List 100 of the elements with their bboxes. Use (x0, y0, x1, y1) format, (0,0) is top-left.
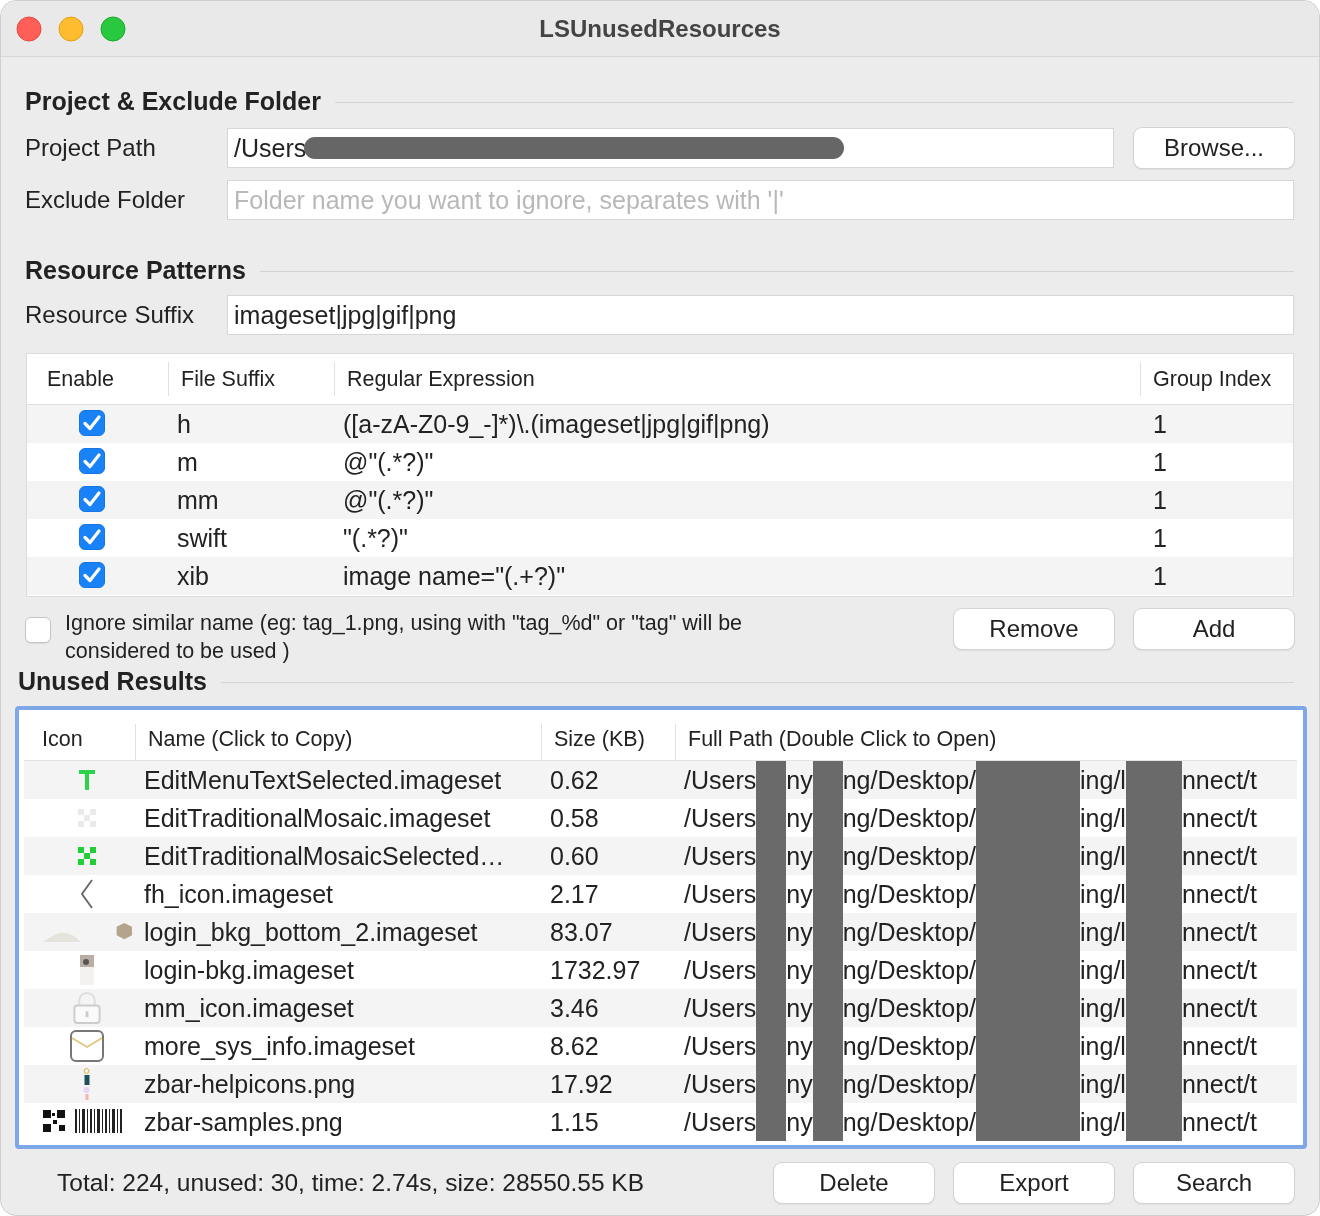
file-name-cell[interactable]: mm_icon.imageset (136, 993, 542, 1023)
path-text[interactable]: ing/l (1080, 841, 1126, 871)
path-text[interactable]: nnect/t (1181, 841, 1257, 871)
path-text[interactable]: /Users (684, 917, 757, 947)
path-text[interactable]: ng/Desktop/ (842, 1107, 977, 1137)
path-text[interactable]: /Users (684, 993, 757, 1023)
path-text[interactable]: nnect/t (1181, 1107, 1257, 1137)
path-text[interactable]: ing/l (1080, 1107, 1126, 1137)
path-text[interactable]: ing/l (1080, 993, 1126, 1023)
path-text[interactable]: nnect/t (1181, 879, 1257, 909)
path-text[interactable]: ny (786, 955, 813, 985)
redaction-mark (1125, 761, 1182, 799)
size-cell-text: 17.92 (549, 1069, 614, 1099)
status-summary: Total: 224, unused: 30, time: 2.74s, size: 28550.55 KB (57, 1169, 646, 1197)
path-text[interactable]: nnect/t (1181, 1069, 1257, 1099)
resource-suffix-field[interactable]: imageset|jpg|gif|png (227, 295, 1294, 335)
search-button[interactable]: Search (1134, 1163, 1294, 1203)
file-name-cell[interactable]: EditTraditionalMosaic.imageset (136, 803, 542, 833)
column-header[interactable]: Icon (24, 724, 136, 760)
path-text[interactable]: ny (786, 917, 813, 947)
column-header[interactable]: Regular Expression (335, 362, 1141, 396)
checkbox[interactable] (25, 617, 51, 643)
column-header[interactable]: Size (KB) (542, 724, 676, 760)
checkbox[interactable] (79, 524, 105, 550)
path-text[interactable]: /Users (684, 879, 757, 909)
browse-button[interactable]: Browse... (1134, 128, 1294, 168)
checkbox[interactable] (79, 562, 105, 588)
file-name-cell[interactable]: login_bkg_bottom_2.imageset (136, 917, 542, 947)
file-name-cell[interactable]: zbar-helpicons.png (136, 1069, 542, 1099)
file-name-cell[interactable]: fh_icon.imageset (136, 879, 542, 909)
mosaic-icon (78, 847, 96, 865)
checkbox[interactable] (79, 448, 105, 474)
exclude-folder-field[interactable]: Folder name you want to ignore, separates with '|' (227, 180, 1294, 220)
column-header[interactable]: Full Path (Double Click to Open) (676, 724, 1297, 760)
path-text[interactable]: ny (786, 879, 813, 909)
path-text[interactable]: /Users (684, 803, 757, 833)
path-text[interactable]: ing/l (1080, 955, 1126, 985)
file-name-cell[interactable]: zbar-samples.png (136, 1107, 542, 1137)
path-text[interactable]: nnect/t (1181, 993, 1257, 1023)
zoom-button[interactable] (100, 15, 126, 42)
path-text[interactable]: ing/l (1080, 765, 1126, 795)
path-text[interactable]: ing/l (1080, 879, 1126, 909)
file-name-cell[interactable]: more_sys_info.imageset (136, 1031, 542, 1061)
section-title: Project & Exclude Folder (25, 87, 321, 116)
size-cell-text: 8.62 (549, 1031, 600, 1061)
path-text[interactable]: ng/Desktop/ (842, 879, 977, 909)
path-text[interactable]: ny (786, 1107, 813, 1137)
path-text[interactable]: ng/Desktop/ (842, 765, 977, 795)
file-name-cell[interactable]: login-bkg.imageset (136, 955, 542, 985)
path-text[interactable]: /Users (684, 841, 757, 871)
project-path-field[interactable]: /Users (227, 128, 1114, 168)
path-text[interactable]: ny (786, 1031, 813, 1061)
table-cell-text: xib (176, 561, 210, 591)
redaction-mark (756, 761, 787, 799)
column-header[interactable]: Group Index (1141, 362, 1293, 396)
path-text[interactable]: nnect/t (1181, 917, 1257, 947)
table-cell-text: @"(.*?)" (342, 485, 435, 515)
export-button[interactable]: Export (954, 1163, 1114, 1203)
path-text[interactable]: ny (786, 765, 813, 795)
file-name-cell[interactable]: EditTraditionalMosaicSelected… (136, 841, 542, 871)
column-header[interactable]: Enable (27, 362, 169, 396)
table-cell-text: image name="(.+?)" (342, 561, 567, 591)
path-text[interactable]: ing/l (1080, 1069, 1126, 1099)
path-text[interactable]: nnect/t (1181, 955, 1257, 985)
path-text[interactable]: ng/Desktop/ (842, 993, 977, 1023)
field-label: Exclude Folder (25, 186, 187, 214)
path-text[interactable]: ng/Desktop/ (842, 1031, 977, 1061)
path-text[interactable]: ing/l (1080, 803, 1126, 833)
path-text[interactable]: ng/Desktop/ (842, 803, 977, 833)
path-text[interactable]: nnect/t (1181, 765, 1257, 795)
add-button[interactable]: Add (1134, 609, 1294, 649)
path-text[interactable]: nnect/t (1181, 1031, 1257, 1061)
file-name-cell[interactable]: EditMenuTextSelected.imageset (136, 765, 542, 795)
column-header[interactable]: Name (Click to Copy) (136, 724, 542, 760)
path-text[interactable]: ny (786, 1069, 813, 1099)
path-text[interactable]: ny (786, 841, 813, 871)
path-text[interactable]: /Users (684, 765, 757, 795)
close-button[interactable] (16, 15, 42, 42)
size-cell-text: 3.46 (549, 993, 600, 1023)
path-text[interactable]: ng/Desktop/ (842, 1069, 977, 1099)
path-text[interactable]: ny (786, 993, 813, 1023)
redaction-mark (812, 1103, 843, 1141)
checkbox[interactable] (79, 486, 105, 512)
lock-icon (73, 992, 101, 1024)
path-text[interactable]: ing/l (1080, 917, 1126, 947)
path-text[interactable]: nnect/t (1181, 803, 1257, 833)
path-text[interactable]: ng/Desktop/ (842, 841, 977, 871)
redaction-mark (756, 1103, 787, 1141)
checkbox[interactable] (79, 410, 105, 436)
path-text[interactable]: /Users (684, 1107, 757, 1137)
column-header[interactable]: File Suffix (169, 362, 335, 396)
path-text[interactable]: ng/Desktop/ (842, 917, 977, 947)
delete-button[interactable]: Delete (774, 1163, 934, 1203)
path-text[interactable]: ng/Desktop/ (842, 955, 977, 985)
path-text[interactable]: ing/l (1080, 1031, 1126, 1061)
path-text[interactable]: /Users (684, 955, 757, 985)
path-text[interactable]: /Users (684, 1069, 757, 1099)
remove-button[interactable]: Remove (954, 609, 1114, 649)
path-text[interactable]: /Users (684, 1031, 757, 1061)
path-text[interactable]: ny (786, 803, 813, 833)
